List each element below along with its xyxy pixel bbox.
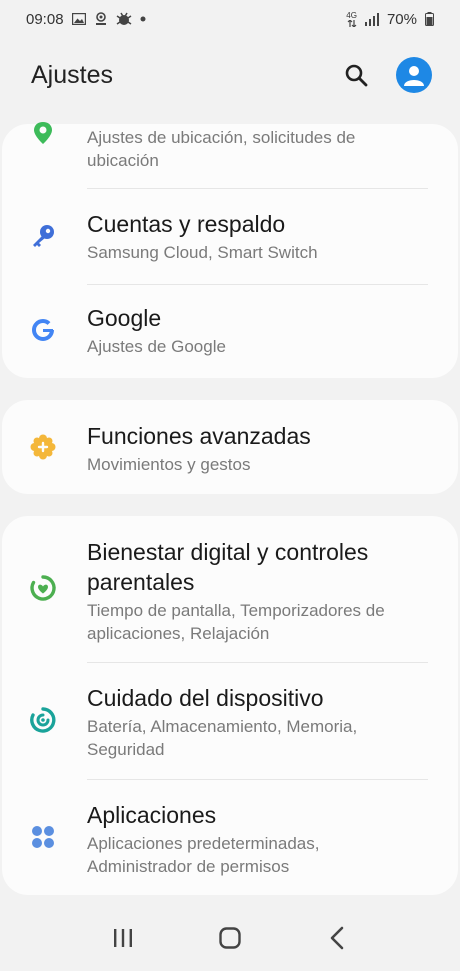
bug-icon — [116, 12, 132, 26]
recents-button[interactable] — [103, 918, 143, 958]
settings-item-subtitle: Tiempo de pantalla, Temporizadores de ap… — [87, 601, 385, 643]
back-icon — [330, 926, 343, 950]
recents-icon — [114, 929, 133, 947]
settings-item-subtitle: Ajustes de Google — [87, 337, 226, 356]
settings-item-location-text: Ajustes de ubicación, solicitudes de ubi… — [87, 126, 428, 172]
gallery-icon — [71, 13, 86, 25]
status-left: 09:08 — [26, 11, 146, 28]
settings-item-location[interactable]: Ajustes de ubicación, solicitudes de ubi… — [2, 122, 458, 188]
settings-item-advanced-text: Funciones avanzadas Movimientos y gestos — [87, 421, 428, 476]
settings-item-device-care-text: Cuidado del dispositivo Batería, Almacen… — [87, 683, 428, 761]
signal-icon — [364, 12, 379, 26]
google-icon — [28, 315, 58, 345]
settings-item-title: Google — [87, 305, 162, 331]
settings-item-title: Bienestar digital y controles parentales — [87, 539, 369, 595]
app-header: Ajustes — [0, 45, 460, 105]
settings-item-advanced-features[interactable]: Funciones avanzadas Movimientos y gestos — [2, 400, 458, 494]
settings-item-title: Funciones avanzadas — [87, 423, 311, 449]
device-care-icon — [28, 705, 58, 735]
settings-item-wellbeing-text: Bienestar digital y controles parentales… — [87, 537, 428, 645]
settings-card-connections: Ajustes de ubicación, solicitudes de ubi… — [2, 122, 458, 378]
account-button[interactable] — [396, 57, 432, 93]
settings-item-device-care[interactable]: Cuidado del dispositivo Batería, Almacen… — [2, 663, 458, 779]
status-right: 4G 70% — [346, 11, 434, 28]
network-type: 4G — [346, 10, 357, 20]
key-icon — [28, 221, 58, 251]
status-bar: 09:08 4G 70% — [0, 0, 460, 38]
settings-item-subtitle: Movimientos y gestos — [87, 455, 251, 474]
location-icon — [28, 118, 58, 148]
network-icon: 4G — [346, 10, 357, 27]
home-icon — [219, 927, 241, 949]
settings-item-apps-text: Aplicaciones Aplicaciones predeterminada… — [87, 800, 428, 878]
settings-item-subtitle: Samsung Cloud, Smart Switch — [87, 243, 318, 262]
search-icon — [345, 64, 368, 87]
location-notif-icon — [94, 12, 108, 26]
battery-percent: 70% — [386, 10, 417, 28]
search-button[interactable] — [338, 57, 374, 93]
battery-icon — [425, 12, 434, 26]
settings-item-digital-wellbeing[interactable]: Bienestar digital y controles parentales… — [2, 516, 458, 662]
settings-item-google[interactable]: Google Ajustes de Google — [2, 285, 458, 378]
settings-item-title: Cuentas y respaldo — [87, 211, 286, 237]
settings-card-advanced: Funciones avanzadas Movimientos y gestos — [2, 400, 458, 494]
gear-plus-icon — [28, 432, 58, 462]
more-notifications-icon — [140, 16, 146, 22]
apps-icon — [28, 822, 58, 852]
header-actions — [338, 57, 432, 93]
settings-card-device: Bienestar digital y controles parentales… — [2, 516, 458, 895]
page-title: Ajustes — [31, 60, 113, 89]
settings-item-title: Aplicaciones — [87, 802, 217, 828]
home-button[interactable] — [210, 918, 250, 958]
settings-item-subtitle: Batería, Almacenamiento, Memoria, Seguri… — [87, 717, 358, 759]
settings-item-subtitle: Ajustes de ubicación, solicitudes de ubi… — [87, 128, 356, 170]
clock: 09:08 — [26, 10, 64, 28]
wellbeing-icon — [28, 573, 58, 603]
settings-item-apps[interactable]: Aplicaciones Aplicaciones predeterminada… — [2, 780, 458, 895]
back-button[interactable] — [317, 918, 357, 958]
settings-item-subtitle: Aplicaciones predeterminadas, Administra… — [87, 834, 320, 876]
account-icon — [404, 66, 424, 86]
settings-item-google-text: Google Ajustes de Google — [87, 303, 428, 358]
settings-item-accounts[interactable]: Cuentas y respaldo Samsung Cloud, Smart … — [2, 189, 458, 284]
settings-item-accounts-text: Cuentas y respaldo Samsung Cloud, Smart … — [87, 209, 428, 264]
settings-item-title: Cuidado del dispositivo — [87, 685, 324, 711]
navigation-bar — [0, 905, 460, 971]
